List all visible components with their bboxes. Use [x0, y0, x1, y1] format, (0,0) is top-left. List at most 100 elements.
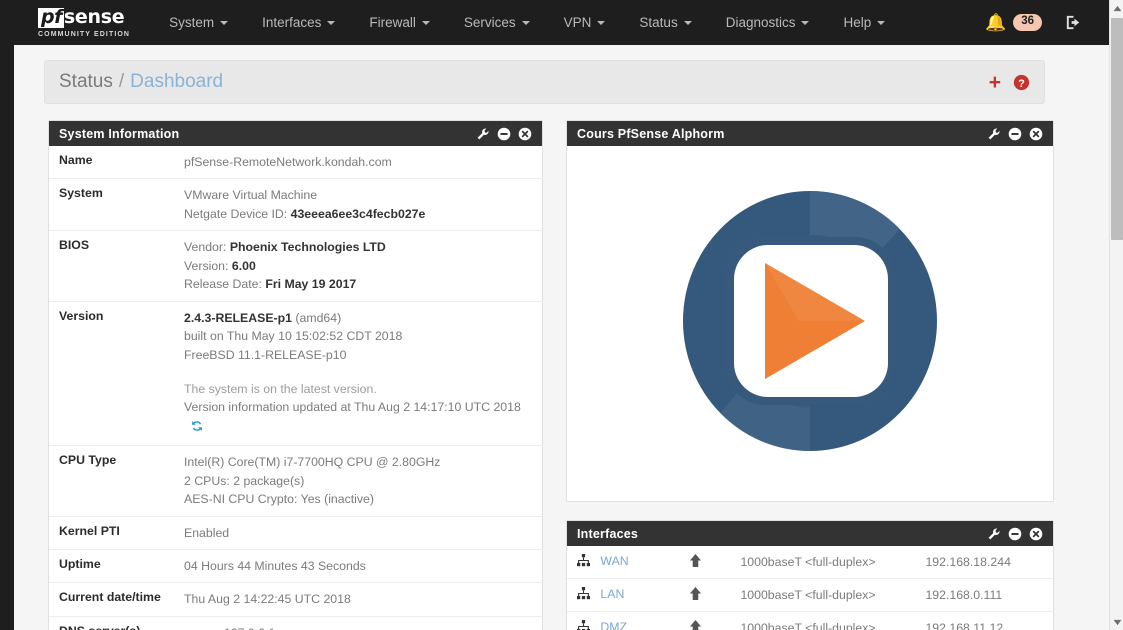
widget-title: Interfaces	[577, 526, 639, 541]
interfaces-table: WAN 1000baseT <full-duplex> 192.168.18.2…	[567, 546, 1053, 630]
value-label: Vendor:	[184, 240, 230, 255]
table-row: CPU Type Intel(R) Core(TM) i7-7700HQ CPU…	[49, 446, 542, 517]
value-line: 2 CPUs: 2 package(s)	[184, 473, 305, 488]
nav-item-label: System	[169, 15, 215, 30]
page-scrollbar[interactable]	[1109, 0, 1123, 630]
system-information-body: Name pfSense-RemoteNetwork.kondah.com Sy…	[49, 146, 542, 630]
nav-item-vpn[interactable]: VPN	[547, 0, 623, 45]
interface-media: 1000baseT <full-duplex>	[740, 555, 876, 569]
nav-item-label: Interfaces	[262, 15, 322, 30]
nav-item-label: Help	[843, 15, 872, 30]
breadcrumb: Status / Dashboard + ?	[44, 60, 1045, 104]
video-player-area[interactable]	[567, 146, 1053, 501]
wrench-icon[interactable]	[987, 527, 1001, 541]
interface-media: 1000baseT <full-duplex>	[740, 588, 876, 602]
chevron-down-icon	[801, 20, 810, 25]
minus-circle-icon[interactable]	[1008, 527, 1022, 541]
nav-item-label: VPN	[563, 15, 592, 30]
nav-item-interfaces[interactable]: Interfaces	[245, 0, 352, 45]
svg-text:?: ?	[1018, 77, 1025, 89]
arrow-up-icon	[660, 612, 730, 630]
interface-ip: 192.168.18.244	[925, 555, 1011, 569]
interface-label[interactable]: LAN	[600, 587, 624, 601]
breadcrumb-actions: + ?	[989, 72, 1030, 93]
nav-item-services[interactable]: Services	[447, 0, 547, 45]
widget-header: Cours PfSense Alphorm	[567, 121, 1053, 146]
table-row: BIOS Vendor: Phoenix Technologies LTD Ve…	[49, 231, 542, 302]
minus-circle-icon[interactable]	[1008, 127, 1022, 141]
question-circle-icon[interactable]: ?	[1013, 74, 1030, 91]
play-button-icon[interactable]	[679, 187, 941, 460]
wrench-icon[interactable]	[476, 127, 490, 141]
widget-title: System Information	[59, 126, 180, 141]
row-key: System	[59, 186, 103, 201]
table-row[interactable]: DMZ 1000baseT <full-duplex> 192.168.11.1…	[567, 612, 1053, 630]
chevron-down-icon	[327, 20, 336, 25]
row-value: 127.0.0.1 192.168.18.2	[174, 616, 542, 630]
interface-label[interactable]: WAN	[600, 554, 628, 568]
value-strong: 6.00	[231, 258, 256, 273]
value-strong: Fri May 19 2017	[265, 277, 357, 292]
table-row: System VMware Virtual Machine Netgate De…	[49, 179, 542, 231]
row-value: VMware Virtual Machine Netgate Device ID…	[174, 179, 542, 231]
pfsense-logo[interactable]: pf sense COMMUNITY EDITION	[38, 7, 131, 38]
nav-item-label: Status	[639, 15, 678, 30]
chevron-down-icon	[597, 20, 606, 25]
value-strong: Phoenix Technologies LTD	[229, 240, 386, 255]
table-row[interactable]: WAN 1000baseT <full-duplex> 192.168.18.2…	[567, 546, 1053, 579]
interface-label[interactable]: DMZ	[600, 620, 627, 630]
row-value: Intel(R) Core(TM) i7-7700HQ CPU @ 2.80GH…	[174, 446, 542, 516]
version-updated-text: Version information updated at Thu Aug 2…	[184, 400, 521, 415]
refresh-icon[interactable]	[190, 419, 204, 438]
value-line: AES-NI CPU Crypto: Yes (inactive)	[184, 492, 374, 507]
row-value: pfSense-RemoteNetwork.kondah.com	[174, 146, 542, 179]
close-circle-icon[interactable]	[1029, 127, 1043, 141]
value-label: Release Date:	[184, 277, 266, 292]
widget-video-course: Cours PfSense Alphorm	[566, 120, 1054, 502]
caret-up-icon[interactable]	[1110, 0, 1123, 16]
scrollbar-thumb[interactable]	[1111, 18, 1123, 240]
chevron-down-icon	[220, 20, 229, 25]
nav-item-firewall[interactable]: Firewall	[352, 0, 447, 45]
chevron-down-icon	[877, 20, 886, 25]
latest-version-text: The system is on the latest version.	[184, 381, 377, 396]
arrow-up-icon	[660, 546, 730, 579]
nav-item-label: Diagnostics	[725, 15, 796, 30]
caret-down-icon[interactable]	[1110, 614, 1123, 630]
plus-icon[interactable]: +	[989, 72, 1001, 93]
bell-icon[interactable]: 🔔	[985, 14, 1006, 31]
sign-out-icon[interactable]	[1064, 13, 1083, 32]
value-line: VMware Virtual Machine	[184, 188, 318, 203]
alert-count-badge[interactable]: 36	[1013, 14, 1042, 31]
close-circle-icon[interactable]	[518, 127, 532, 141]
nav-item-label: Services	[463, 15, 516, 30]
close-circle-icon[interactable]	[1029, 527, 1043, 541]
table-row: Current date/time Thu Aug 2 14:22:45 UTC…	[49, 583, 542, 617]
widget-header: System Information	[49, 121, 542, 146]
widget-tools	[987, 527, 1043, 541]
nav-item-help[interactable]: Help	[826, 0, 902, 45]
value-label: Version:	[184, 258, 232, 273]
interface-ip: 192.168.0.111	[925, 588, 1003, 602]
navbar-menu: System Interfaces Firewall Services VPN …	[152, 0, 902, 45]
row-value: Enabled	[184, 525, 230, 540]
value-spacer	[184, 364, 532, 380]
nav-item-system[interactable]: System	[152, 0, 245, 45]
nav-item-status[interactable]: Status	[622, 0, 708, 45]
widget-tools	[987, 127, 1043, 141]
version-arch: (amd64)	[291, 310, 342, 325]
row-key: Name	[59, 153, 93, 167]
wrench-icon[interactable]	[987, 127, 1001, 141]
interface-name-cell: WAN	[567, 546, 660, 579]
minus-circle-icon[interactable]	[497, 127, 511, 141]
nav-item-diagnostics[interactable]: Diagnostics	[709, 0, 827, 45]
value-line: Intel(R) Core(TM) i7-7700HQ CPU @ 2.80GH…	[184, 455, 441, 470]
breadcrumb-separator: /	[118, 71, 125, 92]
widget-title: Cours PfSense Alphorm	[577, 126, 725, 141]
breadcrumb-current[interactable]: Dashboard	[130, 71, 223, 93]
row-key: BIOS	[59, 238, 90, 253]
system-information-table: Name pfSense-RemoteNetwork.kondah.com Sy…	[49, 146, 542, 630]
logo-edition-text: COMMUNITY EDITION	[38, 30, 131, 38]
table-row[interactable]: LAN 1000baseT <full-duplex> 192.168.0.11…	[567, 579, 1053, 612]
table-row: Uptime 04 Hours 44 Minutes 43 Seconds	[49, 550, 542, 583]
